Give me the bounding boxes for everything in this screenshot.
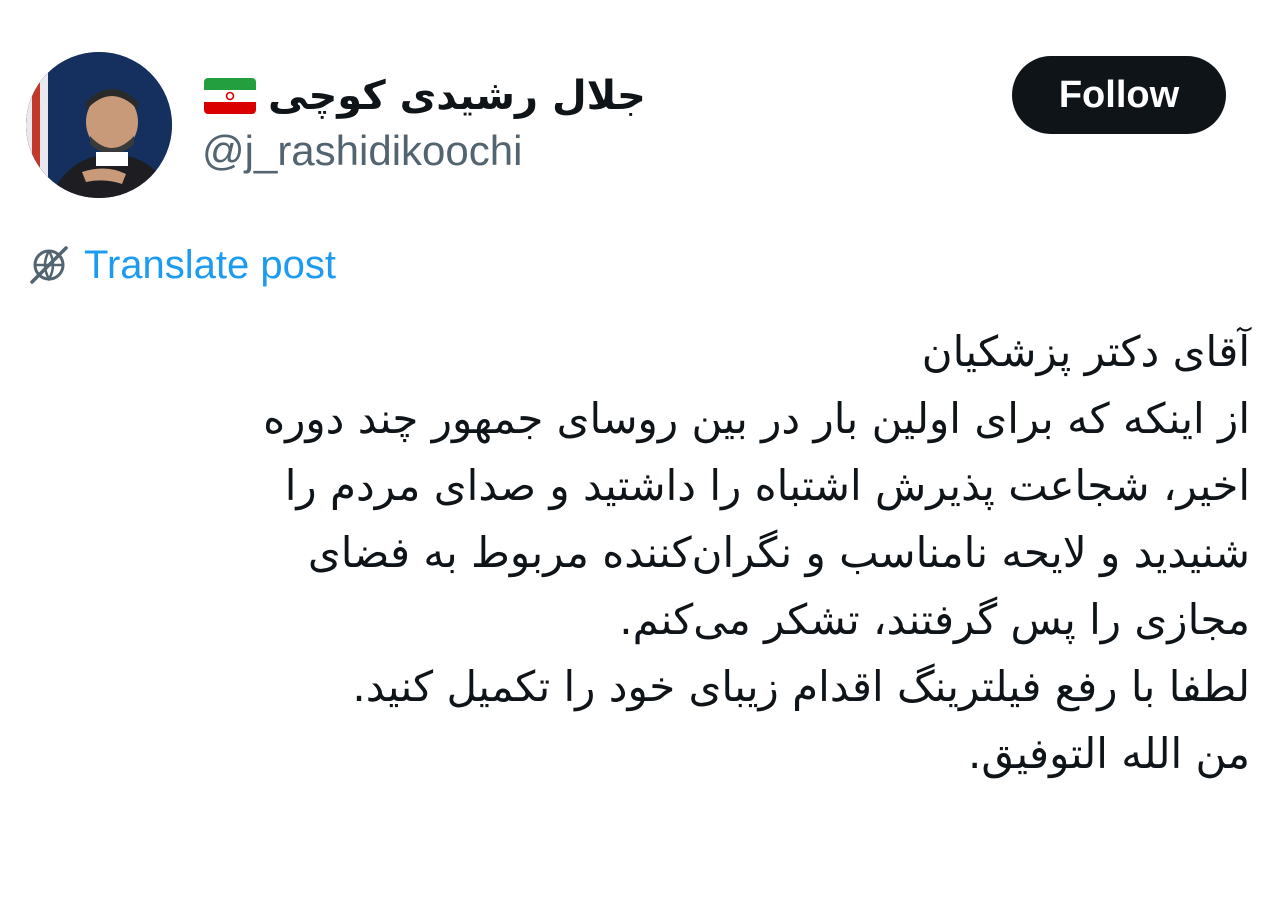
translate-post-label[interactable]: Translate post [84, 243, 336, 288]
author-avatar[interactable] [26, 52, 172, 198]
post-line: مجازی را پس گرفتند، تشکر می‌کنم. [619, 595, 1250, 644]
post-line: من الله التوفیق. [967, 729, 1250, 778]
post-line: اخیر، شجاعت پذیرش اشتباه را داشتید و صدا… [284, 461, 1250, 510]
author-name-row: جلال رشیدی کوچی [204, 66, 646, 126]
post-line: از اینکه که برای اولین بار در بین روسای … [263, 394, 1250, 443]
post-line: شنیدید و لایحه نامناسب و نگران‌کننده مرب… [307, 528, 1250, 577]
follow-button[interactable]: Follow [1012, 56, 1226, 134]
author-handle[interactable]: @j_rashidikoochi [202, 127, 522, 174]
avatar-photo [26, 52, 172, 198]
post-line: لطفا با رفع فیلترینگ اقدام زیبای خود را … [352, 662, 1250, 711]
post-text: آقای دکتر پزشکیان از اینکه که برای اولین… [60, 318, 1250, 787]
translate-post-link[interactable]: Translate post [26, 240, 336, 290]
author-display-name[interactable]: جلال رشیدی کوچی [268, 76, 646, 116]
globe-slash-icon [30, 246, 68, 284]
iran-flag-icon [204, 78, 256, 114]
post-line: آقای دکتر پزشکیان [921, 327, 1250, 376]
